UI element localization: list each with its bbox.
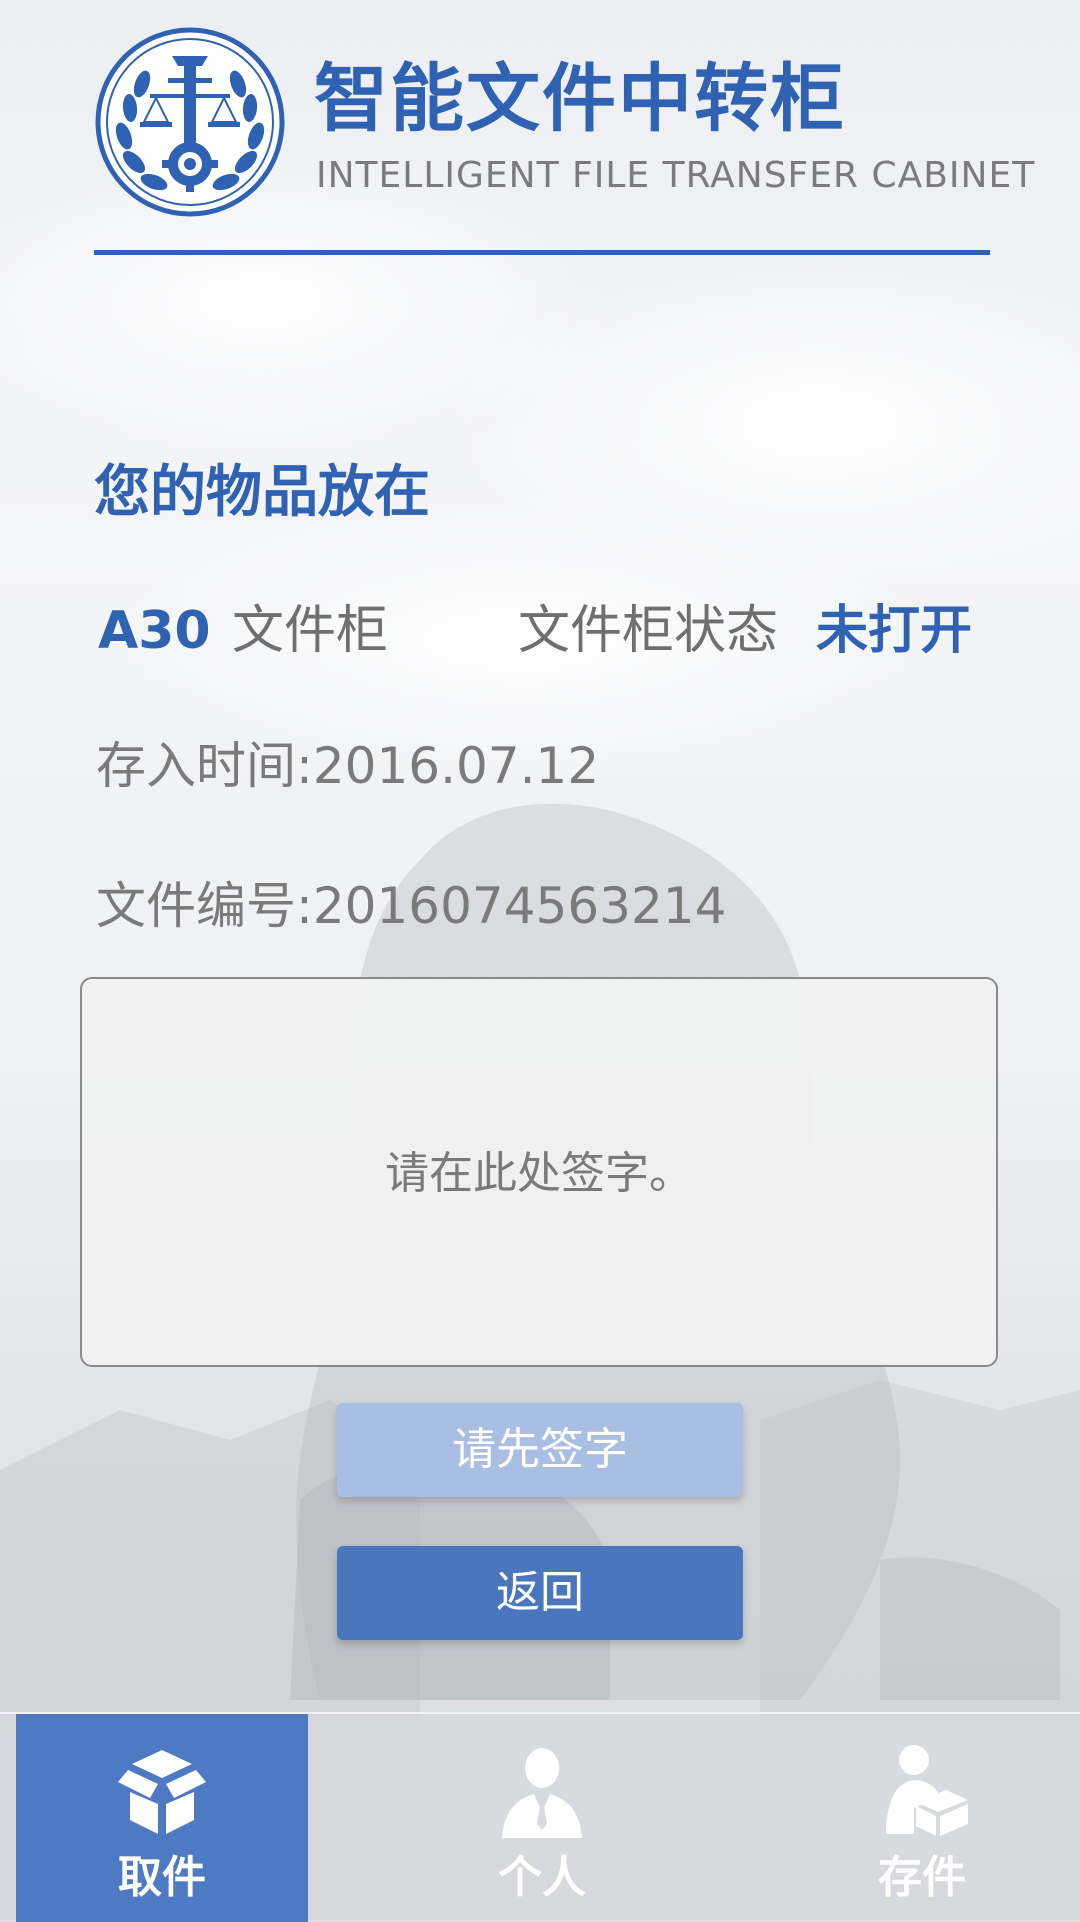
- sign-first-button[interactable]: 请先签字: [337, 1403, 743, 1497]
- tab-deposit-label: 存件: [878, 1852, 966, 1903]
- deposit-time: 存入时间:2016.07.12: [96, 737, 600, 795]
- court-emblem-icon: [95, 27, 285, 217]
- tab-pickup[interactable]: 取件: [16, 1714, 308, 1922]
- person-with-box-icon: [886, 1745, 968, 1836]
- bottom-tab-bar: 取件 个人 存件: [0, 1712, 1080, 1922]
- person-icon: [502, 1748, 582, 1838]
- file-number: 文件编号:2016074563214: [96, 877, 727, 935]
- tab-personal-label: 个人: [498, 1852, 586, 1903]
- location-heading: 您的物品放在: [94, 460, 430, 525]
- locker-number: A30: [98, 601, 211, 661]
- locker-status-value: 未打开: [816, 601, 973, 661]
- header-divider: [94, 250, 990, 255]
- tab-pickup-label: 取件: [118, 1852, 206, 1903]
- back-button[interactable]: 返回: [337, 1546, 743, 1640]
- signature-pad[interactable]: 请在此处签字。: [80, 977, 998, 1367]
- signature-hint: 请在此处签字。: [385, 1148, 693, 1199]
- app-subtitle: INTELLIGENT FILE TRANSFER CABINET: [316, 155, 1036, 196]
- tab-personal[interactable]: 个人: [396, 1714, 688, 1922]
- open-box-icon: [118, 1750, 206, 1834]
- locker-status-label: 文件柜状态: [518, 601, 779, 661]
- app-title: 智能文件中转柜: [314, 56, 846, 142]
- screen: 智能文件中转柜 INTELLIGENT FILE TRANSFER CABINE…: [0, 0, 1080, 1922]
- tab-deposit[interactable]: 存件: [776, 1714, 1068, 1922]
- locker-label: 文件柜: [232, 601, 389, 661]
